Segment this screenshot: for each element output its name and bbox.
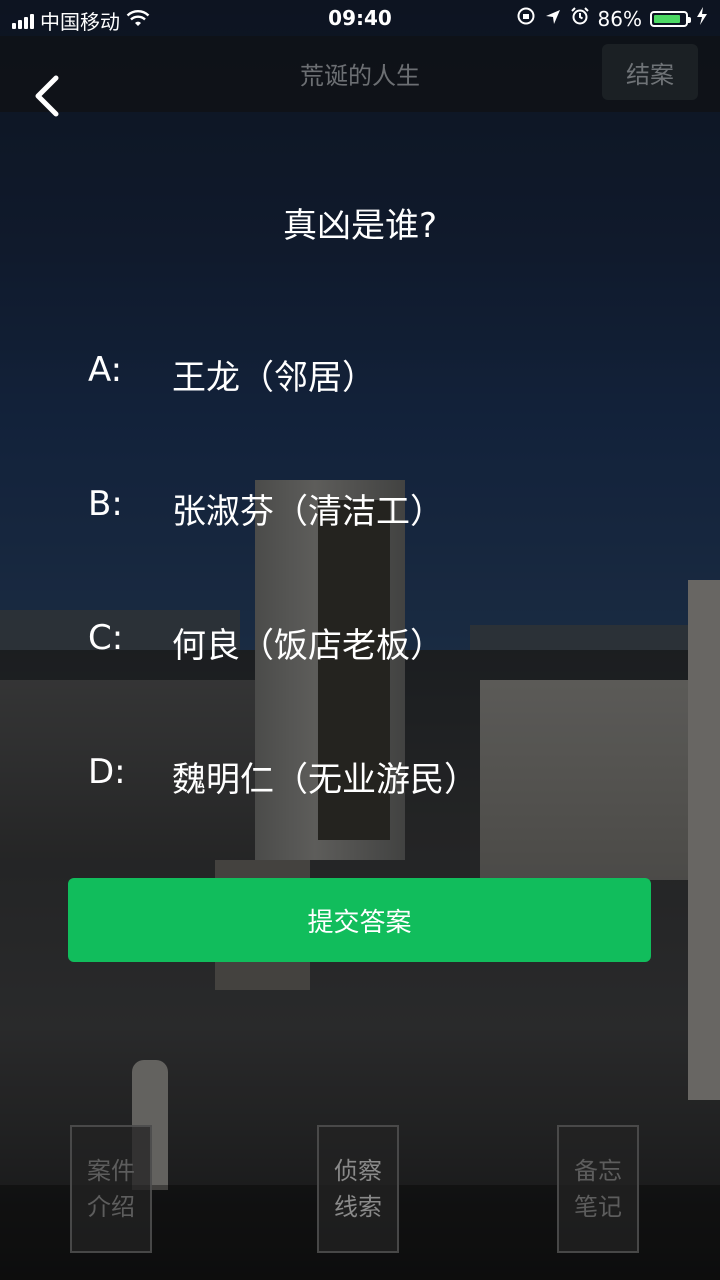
close-case-button[interactable]: 结案 xyxy=(602,44,698,100)
tab-notes[interactable]: 备忘 笔记 xyxy=(557,1125,639,1253)
option-text: 张淑芬（清洁工） xyxy=(172,492,444,532)
tab-label-line2: 笔记 xyxy=(574,1193,622,1221)
navigation-bar: 荒诞的人生 结案 xyxy=(0,36,720,117)
tab-label-line1: 侦察 xyxy=(334,1157,382,1185)
tab-label-line1: 备忘 xyxy=(574,1157,622,1185)
tab-label-line1: 案件 xyxy=(87,1157,135,1185)
orientation-lock-icon xyxy=(516,6,536,31)
battery-icon xyxy=(650,10,691,27)
quiz-question: 真凶是谁? xyxy=(282,206,438,246)
option-letter: A: xyxy=(88,350,123,390)
option-letter: B: xyxy=(88,484,123,524)
location-icon xyxy=(544,7,562,31)
battery-level xyxy=(654,14,680,23)
option-b[interactable]: B: 张淑芬（清洁工） xyxy=(88,484,444,533)
tab-case-intro[interactable]: 案件 介绍 xyxy=(70,1125,152,1253)
tab-label-line2: 介绍 xyxy=(87,1193,135,1221)
charging-icon xyxy=(696,6,708,31)
tab-label-line2: 线索 xyxy=(334,1193,382,1221)
battery-percent: 86% xyxy=(597,6,642,31)
option-d[interactable]: D: 魏明仁（无业游民） xyxy=(88,752,478,801)
option-letter: C: xyxy=(88,618,124,658)
option-a[interactable]: A: 王龙（邻居） xyxy=(88,350,376,399)
option-text: 魏明仁（无业游民） xyxy=(172,760,478,800)
option-text: 王龙（邻居） xyxy=(172,358,376,398)
option-letter: D: xyxy=(88,752,126,792)
option-c[interactable]: C: 何良（饭店老板） xyxy=(88,618,444,667)
alarm-icon xyxy=(570,6,590,31)
submit-answer-button[interactable]: 提交答案 xyxy=(68,878,651,962)
tab-clues[interactable]: 侦察 线索 xyxy=(317,1125,399,1253)
status-bar: 中国移动 09:40 86% xyxy=(0,0,720,36)
option-text: 何良（饭店老板） xyxy=(172,626,444,666)
